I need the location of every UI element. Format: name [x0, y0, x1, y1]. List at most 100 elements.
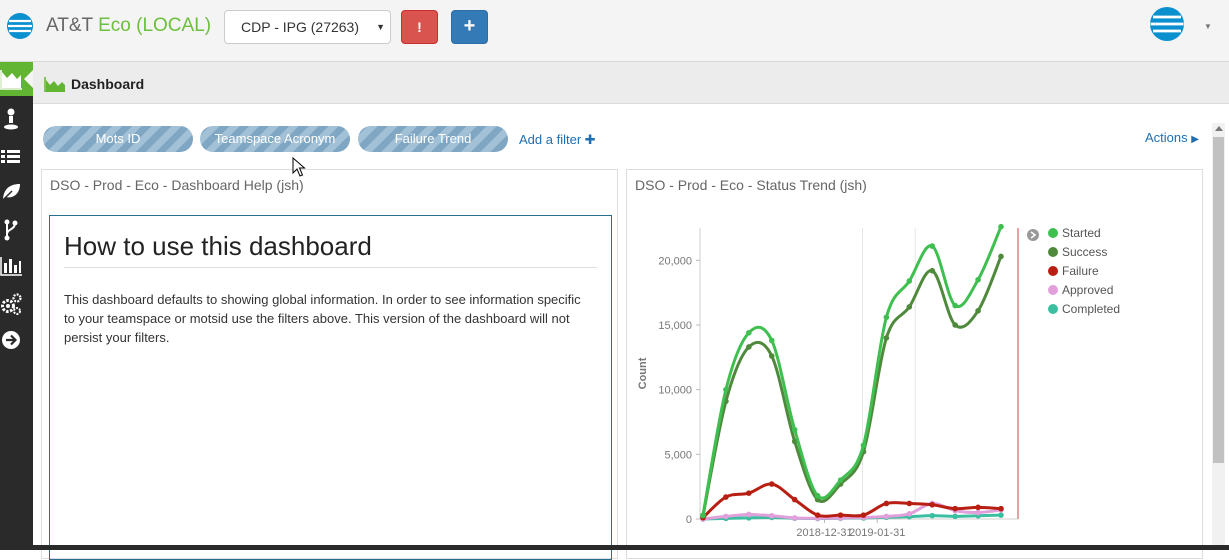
data-point-failure — [975, 504, 981, 511]
sidebar-item-list[interactable] — [0, 139, 33, 173]
sidebar-item-settings[interactable] — [0, 286, 33, 320]
actions-label: Actions — [1145, 130, 1188, 145]
data-point-started — [768, 337, 775, 344]
bottom-border — [0, 545, 1229, 550]
data-point-started — [860, 442, 867, 449]
page-scrollbar[interactable] — [1212, 123, 1225, 550]
arrow-right-circle-icon — [2, 331, 20, 349]
app-title-env: (LOCAL) — [130, 15, 212, 36]
data-point-success — [975, 307, 981, 314]
legend-label-completed: Completed — [1062, 302, 1120, 316]
y-tick-label: 15,000 — [658, 320, 692, 332]
data-point-approved — [975, 509, 981, 516]
status-trend-panel: DSO - Prod - Eco - Status Trend (jsh) 05… — [626, 169, 1203, 559]
data-point-failure — [906, 500, 913, 507]
data-point-started — [723, 386, 729, 393]
cogs-icon — [1, 293, 22, 315]
data-point-failure — [814, 512, 821, 518]
data-point-approved — [768, 512, 775, 519]
sidebar-item-leaf[interactable] — [0, 175, 33, 209]
add-button[interactable]: + — [451, 10, 488, 44]
sidebar-item-navigate[interactable] — [0, 323, 33, 357]
legend-swatch-completed — [1048, 304, 1058, 314]
data-point-approved — [906, 511, 913, 517]
teamspace-select[interactable]: CDP - IPG (27263) ▼ — [224, 10, 391, 44]
legend-label-started: Started — [1062, 226, 1101, 240]
status-trend-chart: 0 5,000 10,000 15,000 20,000 Count 2018-12-312… — [637, 223, 1120, 539]
sidebar-item-branch[interactable] — [0, 212, 33, 246]
add-filter-link[interactable]: Add a filter ✚ — [519, 132, 596, 148]
actions-menu[interactable]: Actions ▶ — [1145, 130, 1199, 145]
legend-label-success: Success — [1062, 245, 1107, 259]
legend-toggle-icon — [1027, 229, 1039, 241]
data-point-completed — [929, 512, 936, 519]
data-point-failure — [998, 505, 1004, 512]
data-point-started — [929, 243, 936, 249]
filter-pill-teamspace-acronym[interactable]: Teamspace Acronym — [200, 126, 350, 152]
bar-chart-icon — [0, 257, 22, 276]
filter-pill-mots-id[interactable]: Mots ID — [43, 126, 193, 152]
caret-right-icon: ▶ — [1191, 134, 1199, 145]
data-point-started — [998, 223, 1004, 230]
scroll-thumb[interactable] — [1213, 137, 1224, 463]
data-point-failure — [768, 481, 775, 487]
data-point-completed — [998, 512, 1004, 518]
legend-swatch-started — [1048, 228, 1058, 238]
sidebar — [0, 62, 33, 550]
user-avatar-globe-icon[interactable] — [1149, 6, 1185, 42]
x-tick-label: 2019-01-31 — [849, 527, 905, 539]
y-tick-label: 10,000 — [658, 385, 692, 397]
list-icon — [1, 150, 20, 163]
data-point-success — [929, 267, 936, 274]
data-point-success — [998, 253, 1004, 260]
filter-pill-failure-trend[interactable]: Failure Trend — [358, 126, 508, 152]
top-navbar: AT&T Eco (LOCAL) CDP - IPG (27263) ▼ ! +… — [0, 0, 1229, 62]
data-point-failure — [883, 500, 890, 507]
page-header: Dashboard — [33, 62, 1229, 104]
branch-icon — [4, 219, 18, 241]
att-globe-logo-icon[interactable] — [6, 12, 34, 40]
data-point-started — [814, 492, 821, 499]
legend-label-approved: Approved — [1062, 283, 1113, 297]
data-point-failure — [837, 512, 844, 518]
data-point-approved — [746, 511, 752, 518]
help-markdown-box: How to use this dashboard This dashboard… — [49, 215, 612, 560]
help-panel-title: DSO - Prod - Eco - Dashboard Help (jsh) — [50, 177, 304, 193]
app-title[interactable]: AT&T Eco (LOCAL) — [46, 15, 211, 37]
sidebar-item-user[interactable] — [0, 103, 33, 137]
data-point-started — [700, 512, 706, 518]
data-point-started — [906, 278, 913, 284]
data-point-approved — [883, 513, 890, 520]
add-filter-label: Add a filter — [519, 132, 582, 147]
scroll-up-arrow-icon[interactable] — [1215, 126, 1223, 131]
leaf-icon — [1, 184, 20, 202]
data-point-completed — [952, 513, 958, 520]
user-menu-caret-icon[interactable]: ▼ — [1204, 22, 1212, 31]
data-point-started — [837, 477, 844, 484]
series-line-success — [701, 255, 1003, 517]
data-point-failure — [860, 512, 867, 518]
data-point-approved — [723, 513, 729, 520]
legend-swatch-success — [1048, 247, 1058, 257]
data-point-success — [746, 344, 752, 350]
help-heading: How to use this dashboard — [64, 231, 597, 268]
y-axis-label: Count — [637, 357, 649, 389]
sidebar-item-reports[interactable] — [0, 249, 33, 283]
data-point-started — [975, 276, 981, 283]
data-point-started — [746, 329, 752, 336]
mouse-cursor-icon — [292, 157, 306, 177]
data-point-started — [952, 302, 958, 309]
data-point-success — [906, 304, 913, 310]
data-point-failure — [791, 496, 798, 503]
plus-icon: ✚ — [584, 132, 596, 147]
data-point-success — [768, 353, 775, 359]
alert-button[interactable]: ! — [401, 10, 438, 44]
x-tick-label: 2018-12-31 — [796, 527, 852, 539]
data-point-started — [883, 314, 890, 321]
legend-swatch-failure — [1048, 266, 1058, 276]
legend-label-failure: Failure — [1062, 264, 1099, 278]
page-title: Dashboard — [71, 76, 145, 92]
y-tick-label: 5,000 — [664, 449, 692, 461]
legend-swatch-approved — [1048, 285, 1058, 295]
app-title-eco: Eco — [98, 15, 131, 36]
